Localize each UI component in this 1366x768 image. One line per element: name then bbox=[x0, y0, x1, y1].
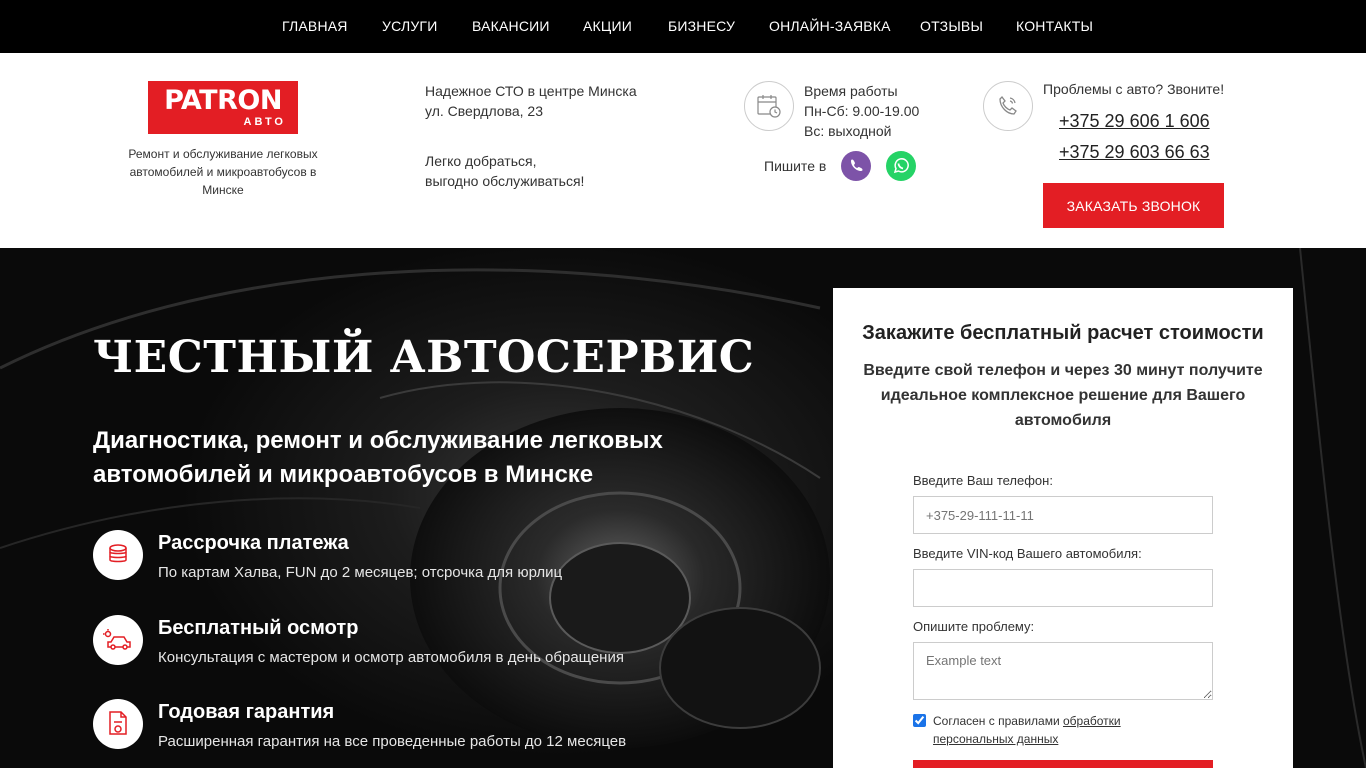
feature-title-warranty: Годовая гарантия bbox=[158, 701, 335, 723]
problem-field-label: Опишите проблему: bbox=[913, 619, 1035, 634]
feature-desc-warranty: Расширенная гарантия на все проведенные … bbox=[158, 733, 627, 750]
top-navigation: ГЛАВНАЯ УСЛУГИ ВАКАНСИИ АКЦИИ БИЗНЕСУ ОН… bbox=[0, 0, 1366, 53]
write-us-label: Пишите в bbox=[764, 158, 827, 174]
calendar-clock-icon bbox=[744, 81, 794, 131]
logo-wordmark: PATRON bbox=[164, 85, 282, 116]
patron-logo[interactable]: PATRON АВТО bbox=[148, 81, 298, 134]
order-callback-button[interactable]: ЗАКАЗАТЬ ЗВОНОК bbox=[1043, 183, 1224, 228]
slogan-line-2: выгодно обслуживаться! bbox=[425, 173, 585, 189]
phone-link-2[interactable]: +375 29 603 66 63 bbox=[1059, 142, 1210, 163]
nav-item-vacancies[interactable]: ВАКАНСИИ bbox=[472, 18, 550, 34]
feature-desc-inspection: Консультация с мастером и осмотр автомоб… bbox=[158, 649, 624, 666]
hero-subtitle: Диагностика, ремонт и обслуживание легко… bbox=[93, 427, 663, 488]
vin-field-label: Введите VIN-код Вашего автомобиля: bbox=[913, 546, 1142, 561]
hours-weekdays: Пн-Сб: 9.00-19.00 bbox=[804, 103, 920, 119]
nav-item-contacts[interactable]: КОНТАКТЫ bbox=[1016, 18, 1093, 34]
nav-item-business[interactable]: БИЗНЕСУ bbox=[668, 18, 735, 34]
vin-input[interactable] bbox=[913, 569, 1213, 607]
address-tagline: Надежное СТО в центре Минска bbox=[425, 83, 637, 99]
warranty-document-icon bbox=[93, 699, 143, 749]
call-prompt: Проблемы с авто? Звоните! bbox=[1043, 81, 1225, 97]
hours-sunday: Вс: выходной bbox=[804, 123, 892, 139]
consent-text: Согласен с правилами обработки персональ… bbox=[933, 712, 1193, 748]
viber-icon[interactable] bbox=[841, 151, 871, 181]
problem-textarea[interactable] bbox=[913, 642, 1213, 700]
feature-title-inspection: Бесплатный осмотр bbox=[158, 617, 359, 639]
nav-item-reviews[interactable]: ОТЗЫВЫ bbox=[920, 18, 983, 34]
nav-item-online-request[interactable]: ОНЛАЙН-ЗАЯВКА bbox=[769, 18, 891, 34]
hero-title: ЧЕСТНЫЙ АВТОСЕРВИС bbox=[93, 332, 755, 383]
nav-item-home[interactable]: ГЛАВНАЯ bbox=[282, 18, 348, 34]
working-hours: Время работы Пн-Сб: 9.00-19.00 Вс: выход… bbox=[804, 81, 919, 141]
phone-input[interactable] bbox=[913, 496, 1213, 534]
car-inspection-icon bbox=[93, 615, 143, 665]
consent-label: Согласен с правилами bbox=[933, 714, 1063, 728]
form-lead: Введите свой телефон и через 30 минут по… bbox=[863, 362, 1263, 429]
consent-checkbox[interactable] bbox=[913, 714, 926, 727]
whatsapp-icon[interactable] bbox=[886, 151, 916, 181]
nav-item-services[interactable]: УСЛУГИ bbox=[382, 18, 437, 34]
estimate-request-form: Закажите бесплатный расчет стоимости Вве… bbox=[833, 288, 1293, 768]
form-title: Закажите бесплатный расчет стоимости bbox=[862, 322, 1264, 344]
hours-title: Время работы bbox=[804, 83, 898, 99]
nav-item-promotions[interactable]: АКЦИИ bbox=[583, 18, 632, 34]
phone-icon bbox=[983, 81, 1033, 131]
phone-field-label: Введите Ваш телефон: bbox=[913, 473, 1053, 488]
address-street: ул. Свердлова, 23 bbox=[425, 103, 543, 119]
feature-title-installment: Рассрочка платежа bbox=[158, 532, 349, 554]
address-block: Надежное СТО в центре Минска ул. Свердло… bbox=[425, 81, 637, 121]
logo-subtitle: АВТО bbox=[243, 116, 286, 128]
slogan-block: Легко добраться, выгодно обслуживаться! bbox=[425, 151, 584, 191]
feature-desc-installment: По картам Халва, FUN до 2 месяцев; отсро… bbox=[158, 564, 563, 581]
site-header: PATRON АВТО Ремонт и обслуживание легков… bbox=[0, 53, 1366, 248]
slogan-line-1: Легко добраться, bbox=[425, 153, 537, 169]
coins-icon bbox=[93, 530, 143, 580]
logo-description: Ремонт и обслуживание легковых автомобил… bbox=[128, 147, 318, 197]
phone-link-1[interactable]: +375 29 606 1 606 bbox=[1059, 111, 1210, 132]
submit-button[interactable] bbox=[913, 760, 1213, 768]
